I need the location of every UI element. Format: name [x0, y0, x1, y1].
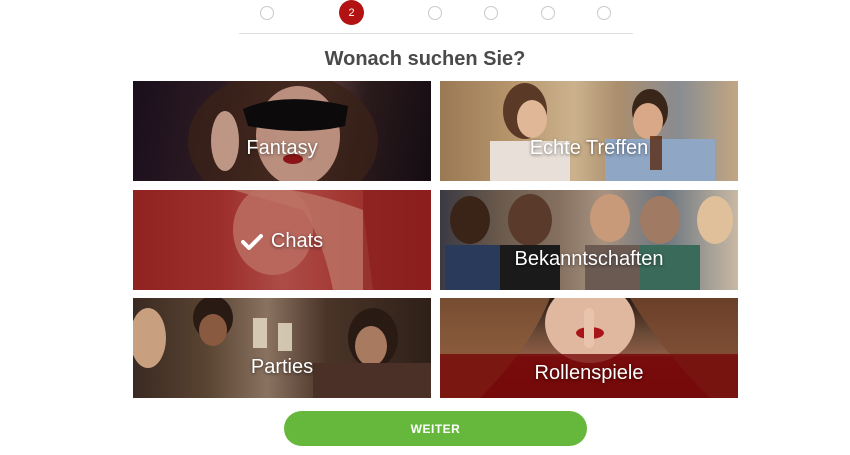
weiter-button[interactable]: WEITER [284, 411, 587, 446]
party-toast-image [133, 298, 431, 398]
step-6-dot [597, 6, 611, 20]
group-friends-image [445, 194, 733, 290]
step-3-dot [428, 6, 442, 20]
step-1-dot[interactable] [260, 6, 274, 20]
page-question: Wonach suchen Sie? [324, 48, 526, 70]
tile-chats[interactable]: Chats [133, 190, 431, 290]
tile-parties-label: Parties [250, 356, 314, 378]
tile-fantasy[interactable]: Fantasy [133, 81, 431, 181]
step-2-active: 2 [339, 0, 364, 25]
step-5-dot [541, 6, 555, 20]
masked-woman-image [188, 81, 378, 181]
tile-parties[interactable]: Parties [133, 298, 431, 398]
tile-bekanntschaften-label: Bekanntschaften [514, 248, 664, 270]
tile-rollenspiele-label: Rollenspiele [534, 362, 644, 384]
tile-bekanntschaften[interactable]: Bekanntschaften [440, 190, 738, 290]
step-indicator: 2 [0, 0, 850, 34]
tile-fantasy-label: Fantasy [246, 137, 318, 159]
tile-chats-label: Chats [270, 230, 324, 252]
tile-chats-label-row: Chats [133, 230, 431, 253]
tile-echte-treffen-label: Echte Treffen [529, 137, 649, 159]
tile-rollenspiele[interactable]: Rollenspiele [440, 298, 738, 398]
tile-echte-treffen[interactable]: Echte Treffen [440, 81, 738, 181]
couple-cafe-image [440, 81, 738, 181]
step-divider [239, 33, 633, 34]
step-4-dot [484, 6, 498, 20]
checkmark-icon [240, 233, 263, 250]
